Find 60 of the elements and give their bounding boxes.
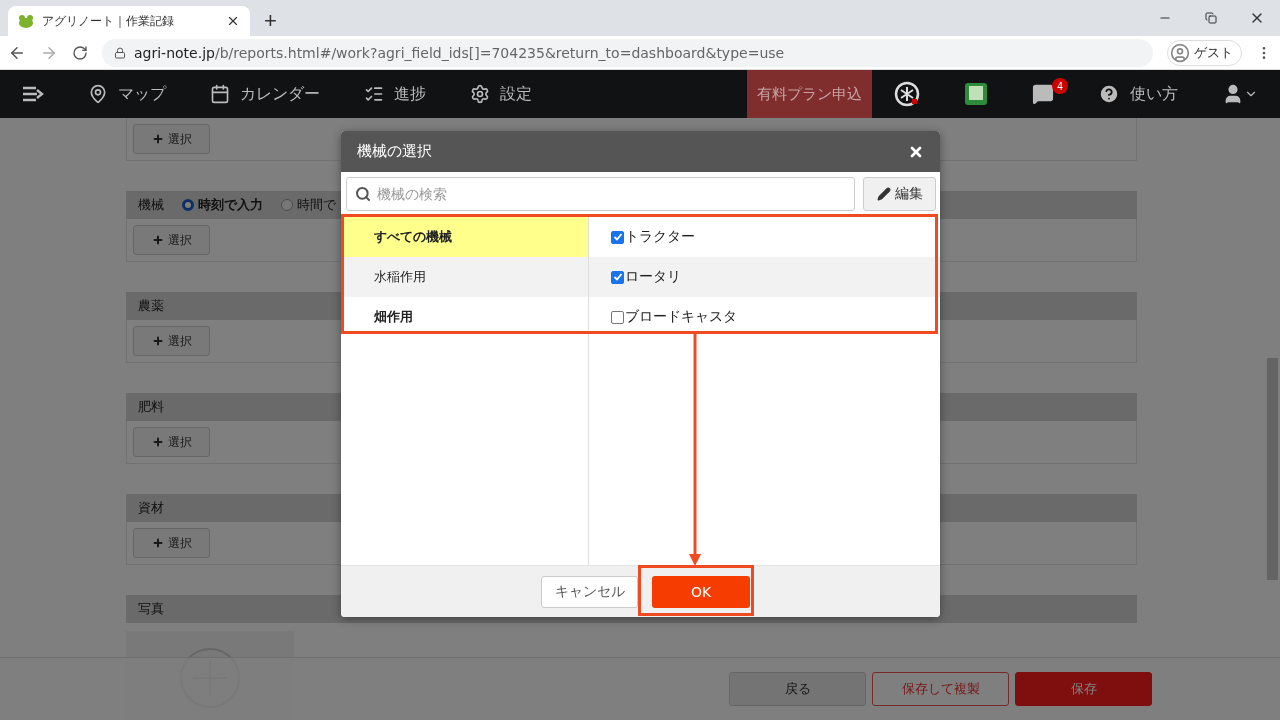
section-title: 資材 — [138, 499, 164, 517]
plus-icon — [151, 234, 164, 246]
close-icon[interactable] — [226, 14, 240, 28]
search-field[interactable]: 機械の検索 — [346, 177, 855, 211]
calendar-icon — [210, 84, 230, 104]
plus-icon — [151, 436, 164, 448]
reload-icon — [72, 44, 88, 61]
frog-icon — [18, 14, 34, 28]
messages-button[interactable]: 4 — [1010, 70, 1076, 118]
radio-option[interactable]: 時刻で入力 — [182, 196, 263, 214]
nav-item[interactable]: カレンダー — [188, 70, 342, 118]
section-title: 農薬 — [138, 297, 164, 315]
restore-icon — [1205, 12, 1217, 24]
new-tab-button[interactable]: + — [260, 8, 281, 34]
lock-icon — [114, 46, 126, 59]
help-link[interactable]: 使い方 — [1076, 70, 1200, 118]
section-title: 機械 — [138, 196, 164, 214]
profile-button[interactable]: ゲスト — [1167, 39, 1242, 66]
asterisk-circle-icon — [894, 81, 920, 107]
gear-icon — [470, 84, 490, 104]
dialog-title: 機械の選択 — [357, 142, 432, 161]
category-item[interactable]: すべての機械 — [341, 217, 588, 257]
cancel-button[interactable]: キャンセル — [541, 575, 638, 608]
notification-count: 4 — [1052, 78, 1068, 94]
plus-icon — [151, 537, 164, 549]
ok-button[interactable]: OK — [652, 575, 750, 608]
select-button[interactable]: 選択 — [133, 427, 210, 457]
edit-button[interactable]: 編集 — [863, 177, 936, 211]
chat-icon — [1032, 83, 1054, 105]
checklist-icon — [364, 84, 384, 104]
plus-icon — [151, 133, 164, 145]
url-text: agri-note.jp/b/reports.html#/work?agri_field_ids[]=704235&return_to=dashboard&type=use — [134, 44, 785, 61]
select-button[interactable]: 選択 — [133, 225, 210, 255]
category-item[interactable]: 水稲作用 — [341, 257, 588, 297]
menu-icon — [22, 86, 44, 102]
nav-item[interactable]: 設定 — [448, 70, 554, 118]
pencil-icon — [876, 187, 891, 201]
plan-button[interactable]: 有料プラン申込 — [747, 70, 872, 118]
checkbox[interactable] — [611, 270, 624, 284]
section-title: 肥料 — [138, 398, 164, 416]
checkbox[interactable] — [611, 230, 624, 244]
footer-button[interactable]: 戻る — [729, 672, 866, 706]
nav-item[interactable]: マップ — [66, 70, 188, 118]
radio-option[interactable]: 時間で — [281, 196, 336, 214]
checkbox[interactable] — [611, 310, 624, 324]
reload-button[interactable] — [72, 44, 88, 61]
select-button[interactable]: 選択 — [133, 326, 210, 356]
plus-icon — [151, 335, 164, 347]
search-icon — [355, 186, 371, 202]
select-button[interactable]: 選択 — [133, 124, 210, 154]
machine-checkbox[interactable]: ロータリ — [589, 257, 940, 297]
section-title: 写真 — [138, 600, 164, 618]
help-icon — [1098, 83, 1120, 105]
browser-tab[interactable]: アグリノート｜作業記録 — [8, 6, 250, 36]
nav-item[interactable]: 進捗 — [342, 70, 448, 118]
pin-icon — [88, 84, 108, 104]
select-button[interactable]: 選択 — [133, 528, 210, 558]
user-icon — [1170, 42, 1190, 63]
address-field[interactable]: agri-note.jp/b/reports.html#/work?agri_field_ids[]=704235&return_to=dashboard&type=use — [102, 38, 1153, 67]
tab-title: アグリノート｜作業記録 — [42, 12, 175, 30]
